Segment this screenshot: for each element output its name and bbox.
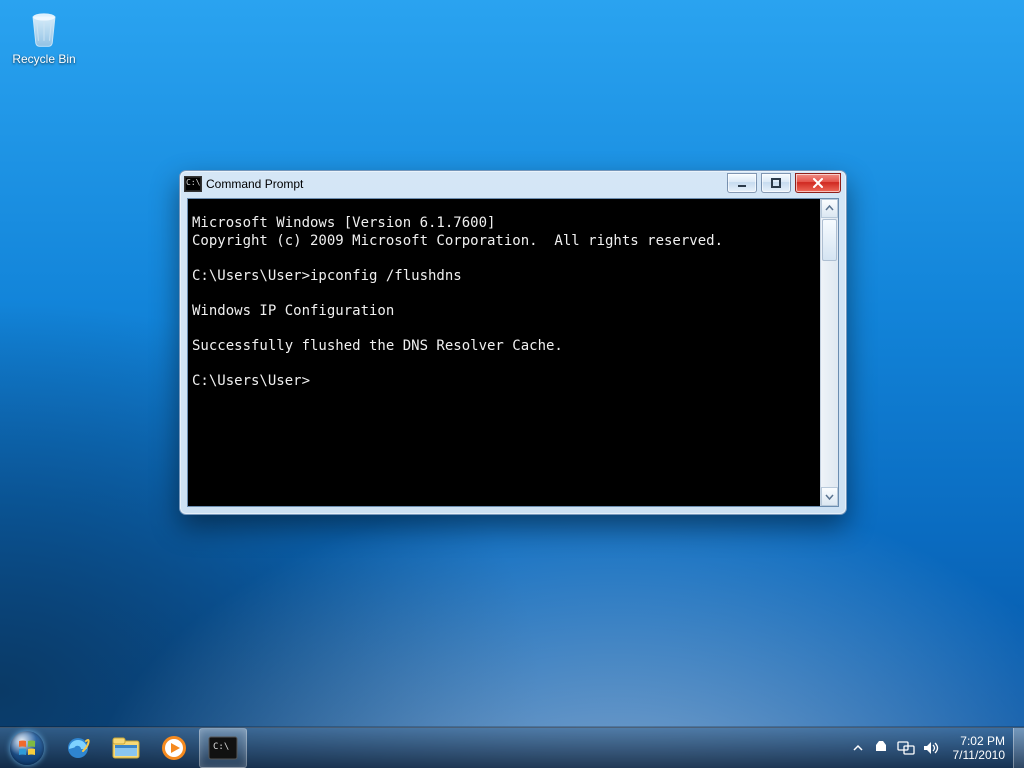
scroll-up-button[interactable] [821, 199, 838, 218]
chevron-up-icon [853, 743, 863, 753]
maximize-icon [771, 178, 781, 188]
clock-time: 7:02 PM [953, 734, 1006, 748]
scrollbar-thumb[interactable] [822, 219, 837, 261]
vertical-scrollbar[interactable] [820, 199, 838, 506]
minimize-button[interactable] [727, 173, 757, 193]
window-title: Command Prompt [206, 177, 303, 191]
taskbar-item-cmd[interactable]: C:\ [199, 728, 247, 768]
maximize-button[interactable] [761, 173, 791, 193]
taskbar[interactable]: C:\ 7:02 PM 7/11/2010 [0, 727, 1024, 768]
clock-date: 7/11/2010 [953, 748, 1006, 762]
show-desktop-button[interactable] [1013, 728, 1024, 768]
command-prompt-window[interactable]: Command Prompt Microsoft Windows [Versio… [179, 170, 847, 515]
volume-icon[interactable] [923, 741, 939, 755]
desktop-icon-label: Recycle Bin [6, 52, 82, 66]
start-button[interactable] [0, 728, 54, 768]
desktop-icon-recycle-bin[interactable]: Recycle Bin [6, 6, 82, 66]
windows-logo-icon [17, 738, 37, 758]
terminal-output[interactable]: Microsoft Windows [Version 6.1.7600] Cop… [188, 213, 820, 492]
window-client-area: Microsoft Windows [Version 6.1.7600] Cop… [187, 198, 839, 507]
media-player-icon [160, 734, 188, 762]
close-icon [812, 178, 824, 188]
action-center-icon[interactable] [873, 740, 889, 756]
network-icon[interactable] [897, 741, 915, 755]
scrollbar-track[interactable] [821, 262, 838, 487]
minimize-icon [737, 178, 747, 188]
clock[interactable]: 7:02 PM 7/11/2010 [945, 734, 1014, 763]
internet-explorer-icon [64, 734, 92, 762]
cmd-icon [184, 176, 202, 192]
file-explorer-icon [111, 735, 141, 761]
close-button[interactable] [795, 173, 841, 193]
desktop[interactable]: Recycle Bin Command Prompt Microsoft Win… [0, 0, 1024, 768]
chevron-up-icon [825, 204, 834, 213]
chevron-down-icon [825, 492, 834, 501]
recycle-bin-icon [22, 6, 66, 50]
taskbar-item-media-player[interactable] [151, 729, 197, 767]
scroll-down-button[interactable] [821, 487, 838, 506]
tray-overflow-button[interactable] [849, 729, 867, 767]
titlebar[interactable]: Command Prompt [180, 171, 846, 197]
taskbar-item-ie[interactable] [55, 729, 101, 767]
svg-text:C:\: C:\ [213, 742, 229, 752]
taskbar-item-explorer[interactable] [103, 729, 149, 767]
command-prompt-icon: C:\ [208, 736, 238, 760]
